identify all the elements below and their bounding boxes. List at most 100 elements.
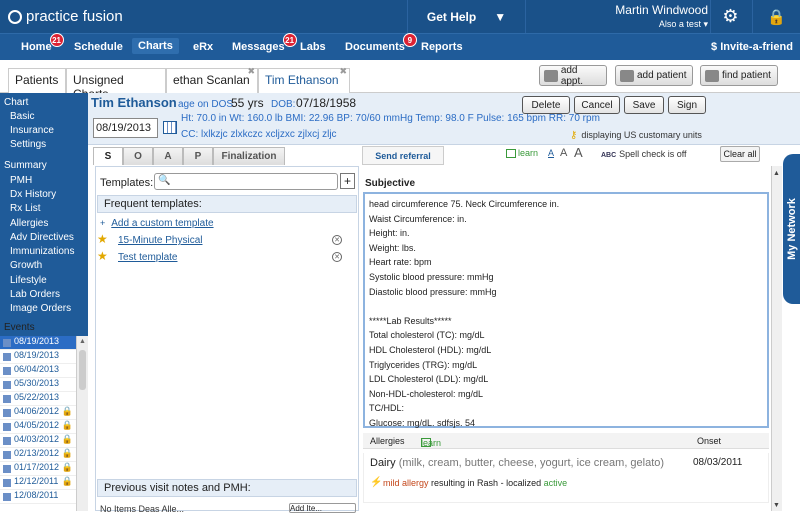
invite-button[interactable]: $ Invite-a-friend bbox=[711, 41, 793, 53]
tab-patients[interactable]: Patients bbox=[8, 68, 66, 93]
tab-ethan-scanlan[interactable]: ethan Scanlan ✖ bbox=[166, 66, 258, 93]
nav-home[interactable]: Home 21 bbox=[21, 33, 64, 53]
sidebar-lifestyle[interactable]: Lifestyle bbox=[10, 275, 47, 286]
tab-p[interactable]: P bbox=[183, 147, 213, 165]
event-item[interactable]: 12/08/2011 bbox=[0, 490, 76, 504]
templates-search-input[interactable]: 🔍 bbox=[154, 173, 338, 190]
template-item[interactable]: Test template bbox=[118, 252, 177, 263]
find-patient-button[interactable]: find patient bbox=[700, 65, 778, 86]
sidebar-chart[interactable]: Chart bbox=[4, 97, 28, 108]
delete-button[interactable]: Delete bbox=[522, 96, 570, 114]
save-button[interactable]: Save bbox=[624, 96, 664, 114]
event-item[interactable]: 04/03/2012 🔒 bbox=[0, 434, 76, 448]
event-item[interactable]: 02/13/2012 🔒 bbox=[0, 448, 76, 462]
sidebar-allergies[interactable]: Allergies bbox=[10, 218, 48, 229]
nav-reports[interactable]: Reports bbox=[421, 41, 463, 53]
nav-schedule[interactable]: Schedule bbox=[74, 41, 123, 53]
scroll-thumb[interactable] bbox=[79, 350, 86, 390]
add-patient-button[interactable]: add patient bbox=[615, 65, 693, 86]
cut-off-button[interactable]: Add Ite... bbox=[289, 503, 356, 513]
nav-documents[interactable]: Documents 9 bbox=[345, 33, 417, 53]
sidebar-dx-history[interactable]: Dx History bbox=[10, 189, 56, 200]
event-item[interactable]: 01/17/2012 🔒 bbox=[0, 462, 76, 476]
nav-charts[interactable]: Charts bbox=[132, 38, 179, 54]
user-name: Martin Windwood bbox=[615, 3, 708, 17]
sidebar-immunizations[interactable]: Immunizations bbox=[10, 246, 74, 257]
subjective-textarea[interactable]: head circumference 75. Neck Circumferenc… bbox=[363, 192, 769, 428]
remove-icon[interactable]: ✕ bbox=[332, 252, 342, 262]
remove-icon[interactable]: ✕ bbox=[332, 235, 342, 245]
patient-vitals: Ht: 70.0 in Wt: 160.0 lb BMI: 22.96 BP: … bbox=[181, 113, 600, 124]
event-item[interactable]: 04/06/2012 🔒 bbox=[0, 406, 76, 420]
onset-heading: Onset bbox=[697, 436, 722, 446]
sidebar-growth[interactable]: Growth bbox=[10, 260, 42, 271]
sidebar-insurance[interactable]: Insurance bbox=[10, 125, 54, 136]
get-help-button[interactable]: Get Help ▼ bbox=[407, 0, 526, 33]
events-scrollbar[interactable]: ▲ bbox=[76, 336, 88, 511]
close-icon[interactable]: ✖ bbox=[339, 66, 347, 77]
tab-finalization[interactable]: Finalization bbox=[213, 147, 285, 165]
home-badge: 21 bbox=[49, 33, 64, 47]
event-item[interactable]: 08/19/2013 bbox=[0, 336, 76, 350]
nav-labs[interactable]: Labs bbox=[300, 41, 326, 53]
learn-link[interactable]: learn bbox=[506, 148, 538, 159]
note-icon bbox=[3, 409, 11, 417]
event-item[interactable]: 08/19/2013 bbox=[0, 350, 76, 364]
note-icon bbox=[3, 465, 11, 473]
person-search-icon bbox=[705, 69, 719, 82]
sidebar-pmh[interactable]: PMH bbox=[10, 175, 32, 186]
arrow-down-icon[interactable]: ▼ bbox=[773, 502, 780, 509]
gear-icon[interactable]: ⚙ bbox=[710, 0, 750, 33]
event-item[interactable]: 04/05/2012 🔒 bbox=[0, 420, 76, 434]
font-medium-button[interactable]: A bbox=[560, 147, 567, 159]
sidebar-settings[interactable]: Settings bbox=[10, 139, 46, 150]
event-item[interactable]: 05/22/2013 bbox=[0, 392, 76, 406]
event-item[interactable]: 06/04/2013 bbox=[0, 364, 76, 378]
lock-icon[interactable]: 🔒 bbox=[752, 0, 800, 33]
sidebar-image-orders[interactable]: Image Orders bbox=[10, 303, 71, 314]
tab-tim-ethanson[interactable]: Tim Ethanson ✖ bbox=[258, 66, 350, 93]
send-referral-button[interactable]: Send referral bbox=[362, 146, 444, 165]
patient-age: 55 yrs bbox=[231, 96, 264, 110]
sidebar-summary[interactable]: Summary bbox=[4, 160, 47, 171]
tab-o[interactable]: O bbox=[123, 147, 153, 165]
event-item[interactable]: 05/30/2013 bbox=[0, 378, 76, 392]
tab-s[interactable]: S bbox=[93, 147, 123, 165]
calendar-icon[interactable] bbox=[163, 121, 177, 134]
add-custom-template-link[interactable]: + Add a custom template bbox=[100, 218, 214, 229]
cancel-button[interactable]: Cancel bbox=[574, 96, 620, 114]
spell-check-toggle[interactable]: ABC Spell check is off bbox=[601, 149, 687, 159]
my-network-tab[interactable]: My Network bbox=[783, 154, 800, 304]
sidebar-basic[interactable]: Basic bbox=[10, 111, 34, 122]
font-small-button[interactable]: A bbox=[548, 148, 554, 158]
user-menu[interactable]: Martin Windwood Also a test ▾ bbox=[568, 3, 708, 30]
tab-unsigned-charts[interactable]: Unsigned Charts bbox=[66, 68, 166, 101]
tab-a[interactable]: A bbox=[153, 147, 183, 165]
app-logo[interactable]: practice fusion bbox=[8, 8, 123, 25]
note-icon bbox=[3, 479, 11, 487]
patient-dob: 07/18/1958 bbox=[296, 96, 357, 110]
star-icon[interactable]: ★ bbox=[97, 249, 108, 263]
add-appt-button[interactable]: add appt. bbox=[539, 65, 607, 87]
font-large-button[interactable]: A bbox=[574, 145, 583, 160]
nav-messages[interactable]: Messages 21 bbox=[232, 33, 297, 53]
star-icon[interactable]: ★ bbox=[97, 232, 108, 246]
lock-icon: 🔒 bbox=[61, 406, 73, 416]
allergy-row[interactable]: Dairy (milk, cream, butter, cheese, yogu… bbox=[363, 453, 769, 503]
sidebar-lab-orders[interactable]: Lab Orders bbox=[10, 289, 60, 300]
close-icon[interactable]: ✖ bbox=[247, 66, 255, 77]
clear-all-button[interactable]: Clear all bbox=[720, 146, 760, 162]
main-scrollbar[interactable]: ▲ ▼ bbox=[771, 166, 782, 511]
event-item[interactable]: 12/12/2011 🔒 bbox=[0, 476, 76, 490]
sign-button[interactable]: Sign bbox=[668, 96, 706, 114]
sidebar-rx-list[interactable]: Rx List bbox=[10, 203, 41, 214]
arrow-up-icon[interactable]: ▲ bbox=[773, 170, 780, 177]
nav-erx[interactable]: eRx bbox=[193, 41, 213, 53]
template-item[interactable]: 15-Minute Physical bbox=[118, 235, 202, 246]
sidebar-adv-directives[interactable]: Adv Directives bbox=[10, 232, 74, 243]
allergies-header: Allergies learn Onset bbox=[363, 433, 769, 449]
visit-date-input[interactable]: 08/19/2013 bbox=[93, 118, 158, 138]
add-template-button[interactable]: + bbox=[340, 173, 355, 189]
note-icon bbox=[3, 381, 11, 389]
arrow-up-icon[interactable]: ▲ bbox=[79, 338, 86, 345]
